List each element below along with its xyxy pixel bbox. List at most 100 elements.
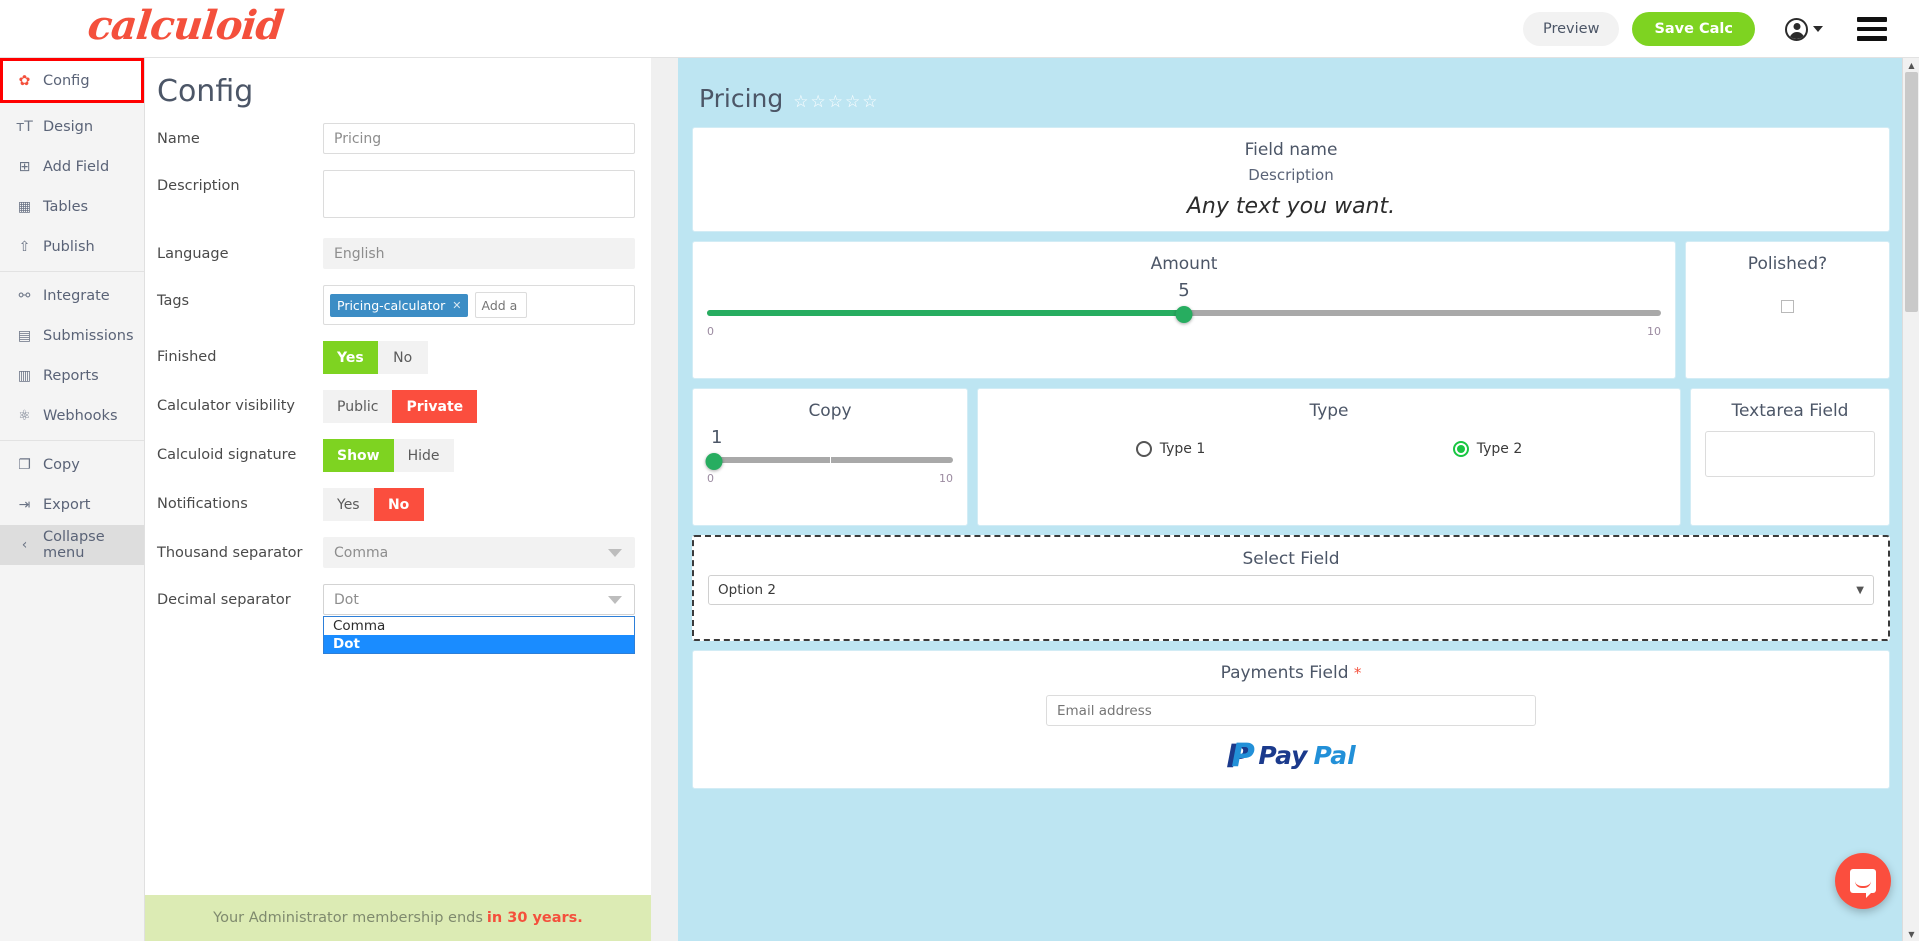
amount-max: 10 — [1647, 325, 1661, 338]
chevron-down-icon — [608, 548, 622, 557]
chevron-down-icon — [1813, 26, 1823, 32]
table-icon: ▦ — [17, 199, 32, 215]
text-format-icon: ᴛT — [16, 119, 33, 135]
preview-button[interactable]: Preview — [1522, 12, 1620, 46]
sidebar-item-label: Tables — [43, 199, 89, 215]
chevron-left-icon: ‹ — [21, 537, 28, 553]
textarea-field-input[interactable] — [1705, 431, 1875, 477]
amount-slider[interactable] — [707, 305, 1661, 323]
signature-hide-button[interactable]: Hide — [393, 439, 454, 472]
copy-value: 1 — [711, 427, 723, 448]
sidebar-item-tables[interactable]: ▦ Tables — [0, 187, 144, 227]
notifications-no-button[interactable]: No — [373, 488, 424, 521]
sidebar-item-label: Collapse menu — [43, 529, 105, 561]
sidebar-item-submissions[interactable]: ▤ Submissions — [0, 316, 144, 356]
dropdown-option-comma[interactable]: Comma — [324, 617, 634, 635]
language-input[interactable] — [323, 238, 635, 269]
payments-card: Payments Field * PP PayPal — [692, 650, 1890, 789]
text-card-field-name: Field name — [1244, 140, 1338, 160]
hamburger-menu-icon[interactable] — [1857, 17, 1887, 41]
copy-slider-tick — [830, 457, 831, 463]
sidebar-item-publish[interactable]: ⇧ Publish — [0, 227, 144, 267]
select-field-value: Option 2 — [718, 582, 776, 598]
payments-email-input[interactable] — [1046, 695, 1536, 726]
tags-box[interactable]: Pricing-calculator ✕ — [323, 285, 635, 325]
language-label: Language — [157, 246, 229, 262]
sidebar-item-config[interactable]: ✿ Config — [0, 58, 144, 103]
sidebar-item-design[interactable]: ᴛT Design — [0, 107, 144, 147]
page-scrollbar[interactable]: ▲ ▼ — [1902, 58, 1919, 941]
finished-no-button[interactable]: No — [377, 341, 428, 374]
notifications-yes-button[interactable]: Yes — [323, 488, 374, 521]
field-row-decimal-separator: Decimal separator Dot Comma Dot — [145, 584, 651, 654]
copy-slider[interactable] — [705, 452, 953, 470]
rating-stars-icon[interactable]: ☆☆☆☆☆ — [793, 92, 879, 112]
copy-min: 0 — [707, 472, 714, 485]
finished-yes-button[interactable]: Yes — [323, 341, 378, 374]
paypal-mark-icon: PP — [1226, 736, 1255, 775]
visibility-private-button[interactable]: Private — [392, 390, 478, 423]
top-bar: calculoid Preview Save Calc — [0, 0, 1919, 58]
description-textarea[interactable] — [323, 170, 635, 218]
sidebar-item-add-field[interactable]: ⊞ Add Field — [0, 147, 144, 187]
sidebar-item-label: Add Field — [43, 159, 110, 175]
integrate-icon: ⚯ — [18, 288, 31, 304]
scrollbar-thumb[interactable] — [1905, 72, 1918, 312]
scroll-down-icon[interactable]: ▼ — [1903, 927, 1919, 941]
sidebar-divider — [0, 271, 144, 272]
save-calc-button[interactable]: Save Calc — [1632, 12, 1755, 46]
select-field-dropdown[interactable]: Option 2 ▼ — [708, 575, 1874, 605]
sidebar-item-copy[interactable]: ❐ Copy — [0, 445, 144, 485]
type-option-1[interactable]: Type 1 — [1135, 441, 1206, 457]
scroll-up-icon[interactable]: ▲ — [1903, 58, 1919, 72]
membership-notice-highlight: in 30 years. — [486, 910, 583, 926]
type-option-1-label: Type 1 — [1159, 441, 1206, 457]
sidebar-item-label: Integrate — [43, 288, 110, 304]
finished-toggle: Yes No — [323, 341, 651, 374]
webhook-icon: ⚛ — [18, 408, 31, 424]
sidebar-item-integrate[interactable]: ⚯ Integrate — [0, 276, 144, 316]
signature-toggle: Show Hide — [323, 439, 651, 472]
field-row-language: Language — [145, 238, 651, 269]
close-icon[interactable]: ✕ — [452, 299, 461, 312]
upload-icon: ⇧ — [18, 239, 31, 255]
notifications-label: Notifications — [157, 496, 248, 512]
name-label: Name — [157, 131, 200, 147]
sidebar-item-webhooks[interactable]: ⚛ Webhooks — [0, 396, 144, 436]
decimal-separator-label: Decimal separator — [157, 592, 291, 608]
thousand-separator-select[interactable]: Comma — [323, 537, 635, 568]
polished-checkbox[interactable] — [1781, 300, 1794, 313]
description-label: Description — [157, 178, 240, 194]
copy-slider-knob[interactable] — [705, 453, 723, 470]
calculoid-logo[interactable]: calculoid — [86, 2, 286, 49]
tag-chip[interactable]: Pricing-calculator ✕ — [330, 293, 469, 317]
amount-card: Amount 5 0 10 — [692, 241, 1676, 379]
signature-show-button[interactable]: Show — [323, 439, 394, 472]
name-input[interactable] — [323, 123, 635, 154]
text-card: Field name Description Any text you want… — [692, 127, 1890, 232]
amount-slider-fill — [707, 310, 1184, 316]
decimal-separator-select[interactable]: Dot — [323, 584, 635, 615]
field-row-thousand-separator: Thousand separator Comma — [145, 537, 651, 568]
type-option-2[interactable]: Type 2 — [1452, 441, 1522, 457]
sidebar-item-export[interactable]: ⇥ Export — [0, 485, 144, 525]
user-menu[interactable] — [1785, 17, 1823, 41]
field-row-tags: Tags Pricing-calculator ✕ — [145, 285, 651, 325]
text-card-description: Description — [1248, 166, 1334, 184]
preview-header: Pricing ☆☆☆☆☆ — [692, 78, 1890, 127]
amount-min: 0 — [707, 325, 714, 338]
dropdown-option-dot[interactable]: Dot — [324, 635, 634, 653]
tag-chip-label: Pricing-calculator — [337, 297, 446, 313]
amount-slider-knob[interactable] — [1175, 306, 1193, 323]
amount-scale: 0 10 — [707, 325, 1661, 338]
sidebar-item-label: Design — [43, 119, 94, 135]
calculator-preview: Pricing ☆☆☆☆☆ Field name Description Any… — [678, 58, 1904, 941]
select-field-card: Select Field Option 2 ▼ — [692, 535, 1890, 641]
visibility-public-button[interactable]: Public — [323, 390, 393, 423]
sidebar-item-reports[interactable]: ▥ Reports — [0, 356, 144, 396]
sidebar-item-collapse-menu[interactable]: ‹ Collapse menu — [0, 525, 144, 565]
type-title: Type — [1309, 401, 1349, 421]
field-row-notifications: Notifications Yes No — [145, 488, 651, 521]
tag-input[interactable] — [475, 292, 528, 318]
support-chat-button[interactable] — [1835, 853, 1891, 909]
